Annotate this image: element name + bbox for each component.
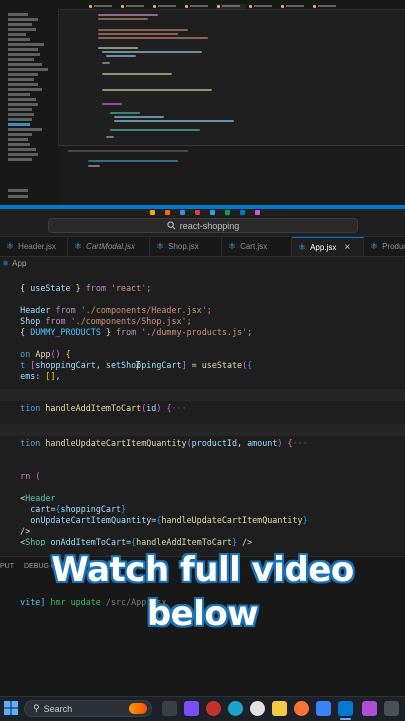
tab-header-jsx[interactable]: ⚛ Header.jsx — [0, 237, 68, 256]
discord-icon[interactable] — [184, 701, 199, 716]
tab-cartmodal-jsx[interactable]: ⚛ CartModal.jsx — [68, 237, 150, 256]
vscode-icon[interactable] — [338, 701, 353, 716]
tab-shop-jsx[interactable]: ⚛ Shop.jsx — [150, 237, 222, 256]
title-bar: react-shopping — [0, 216, 405, 237]
tab-cart-jsx[interactable]: ⚛ Cart.jsx — [222, 237, 292, 256]
firefox-icon[interactable] — [294, 701, 309, 716]
photos-icon[interactable] — [316, 701, 331, 716]
mini-editor — [58, 10, 405, 145]
tab-label: CartModal.jsx — [86, 242, 135, 251]
tab-app-jsx[interactable]: ⚛ App.jsx × — [292, 237, 364, 256]
code-line: > — [0, 535, 25, 546]
embedded-screenshot-thumbnail — [0, 0, 405, 216]
search-icon — [167, 221, 176, 230]
react-file-icon: ⚛ — [228, 241, 237, 251]
code-line: onUpdateCartItemQuantity={handleUpdateCa… — [30, 515, 308, 525]
react-file-icon: ⚛ — [298, 241, 307, 252]
app-icon[interactable] — [362, 701, 377, 716]
tab-label: Header.jsx — [18, 242, 56, 251]
tab-label: Product — [382, 242, 405, 251]
mini-taskbar — [0, 209, 405, 216]
mini-panel — [58, 145, 405, 206]
react-file-icon: ⚛ — [370, 241, 379, 251]
code-line: tion handleUpdateCartItemQuantity(produc… — [20, 438, 308, 448]
code-line: tion handleAddItemToCart(id) {··· — [20, 403, 187, 413]
code-line: { DUMMY_PRODUCTS } from './dummy-product… — [20, 327, 253, 337]
react-file-icon: ⚛ — [6, 241, 15, 251]
search-highlight-icon — [129, 703, 147, 714]
component-icon: ⚛ — [2, 258, 10, 268]
close-icon[interactable]: × — [344, 242, 350, 253]
task-view-icon[interactable] — [162, 701, 177, 716]
mini-tabs — [58, 2, 405, 9]
mini-explorer — [4, 9, 59, 205]
chrome-icon[interactable] — [250, 701, 265, 716]
code-line: rn ( — [20, 471, 41, 481]
editor-tab-bar: ⚛ Header.jsx ⚛ CartModal.jsx ⚛ Shop.jsx … — [0, 237, 405, 257]
taskbar-search[interactable]: ⚲ Search — [24, 700, 152, 717]
edge-icon[interactable] — [228, 701, 243, 716]
code-line: <Shop onAddItemToCart={handleAddItemToCa… — [20, 537, 253, 546]
video-caption-overlay: Watch full video below — [0, 548, 405, 636]
command-center-search[interactable]: react-shopping — [48, 218, 358, 233]
react-file-icon: ⚛ — [156, 241, 165, 251]
tab-label: Shop.jsx — [168, 242, 199, 251]
caption-line-1: Watch full video — [51, 550, 354, 590]
app-icon[interactable] — [384, 701, 399, 716]
code-line: ems: [], — [20, 371, 61, 381]
command-center-label: react-shopping — [179, 220, 240, 231]
code-editor[interactable]: { useState } from 'react'; Header from '… — [0, 272, 405, 546]
breadcrumb-item: App — [12, 258, 27, 268]
text-cursor-icon: I — [135, 360, 142, 371]
tab-label: Cart.jsx — [240, 242, 268, 251]
tab-label: App.jsx — [310, 242, 337, 252]
windows-taskbar: ⚲ Search — [0, 696, 405, 721]
taskbar-search-label: Search — [43, 703, 73, 714]
windows-start-icon[interactable] — [4, 701, 18, 715]
file-explorer-icon[interactable] — [272, 701, 287, 716]
code-line: { useState } from 'react'; — [20, 283, 152, 293]
breadcrumb[interactable]: ⚛ App — [0, 257, 405, 269]
react-file-icon: ⚛ — [74, 241, 83, 251]
search-icon: ⚲ — [33, 703, 40, 713]
caption-line-2: below — [146, 594, 259, 634]
opera-icon[interactable] — [206, 701, 221, 716]
tab-product[interactable]: ⚛ Product — [364, 237, 405, 256]
